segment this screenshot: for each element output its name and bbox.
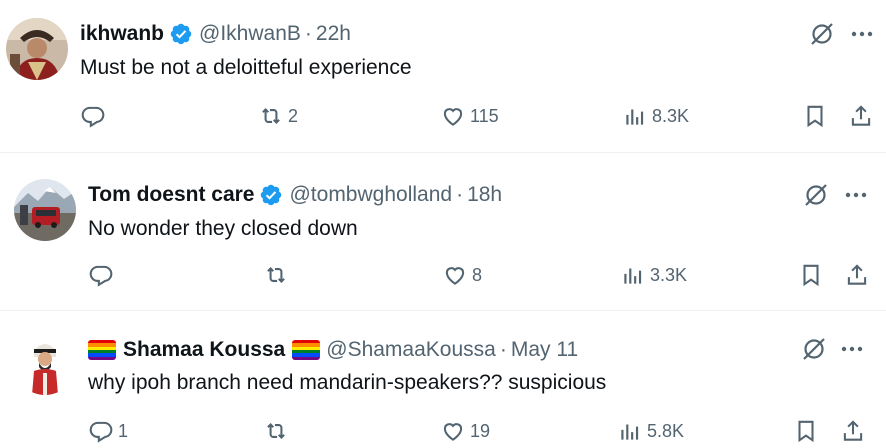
views-button[interactable]: 3.3K	[620, 261, 687, 289]
views-button[interactable]: 8.3K	[622, 102, 689, 130]
reply-feed: ikhwanb @IkhwanB · 22h Must be not a del…	[0, 0, 886, 448]
grok-icon[interactable]	[808, 20, 836, 48]
like-button[interactable]: 19	[440, 417, 490, 445]
display-name[interactable]: Shamaa Koussa	[123, 336, 285, 364]
like-icon	[443, 108, 463, 126]
timestamp[interactable]: May 11	[511, 336, 578, 364]
tweet[interactable]: Shamaa Koussa @ShamaaKoussa · May 11 why…	[0, 310, 886, 448]
bookmark-button[interactable]	[802, 102, 828, 130]
share-icon	[847, 264, 867, 285]
display-name[interactable]: Tom doesnt care	[88, 181, 254, 209]
separator: ·	[499, 338, 507, 361]
like-button[interactable]: 115	[440, 102, 499, 130]
bookmark-icon	[803, 264, 819, 287]
more-icon[interactable]	[842, 181, 870, 209]
views-icon	[621, 424, 639, 440]
share-icon	[843, 420, 863, 441]
reply-count: 1	[118, 420, 129, 441]
views-count: 8.3K	[652, 105, 690, 126]
avatar[interactable]	[14, 179, 76, 241]
reply-button[interactable]: 1	[88, 417, 128, 445]
handle[interactable]: @ShamaaKoussa	[326, 336, 496, 364]
verified-badge-icon[interactable]	[169, 22, 193, 46]
like-count: 115	[470, 105, 499, 126]
rainbow-flag-icon	[88, 340, 116, 360]
reply-icon	[89, 265, 113, 287]
share-icon	[851, 105, 871, 126]
retweet-count: 2	[288, 105, 299, 126]
verified-badge-icon[interactable]	[259, 183, 283, 207]
avatar[interactable]	[6, 18, 68, 80]
share-button[interactable]	[840, 417, 866, 445]
views-count: 3.3K	[650, 264, 688, 285]
tweet[interactable]: Tom doesnt care @tombwgholland · 18h No …	[0, 152, 886, 310]
bookmark-icon	[798, 420, 814, 443]
reply-icon	[81, 106, 105, 128]
like-button[interactable]: 8	[442, 261, 482, 289]
retweet-button[interactable]	[263, 261, 293, 289]
timestamp[interactable]: 18h	[467, 181, 502, 209]
reply-button[interactable]	[80, 102, 110, 130]
views-icon	[624, 268, 642, 284]
views-count: 5.8K	[647, 420, 685, 441]
retweet-icon	[267, 267, 285, 283]
avatar[interactable]	[14, 333, 76, 395]
tweet-text: Must be not a deloitteful experience	[80, 56, 412, 79]
tweet[interactable]: ikhwanb @IkhwanB · 22h Must be not a del…	[0, 0, 886, 152]
retweet-button[interactable]: 2	[258, 102, 298, 130]
like-count: 19	[470, 420, 491, 441]
separator: ·	[304, 22, 312, 45]
like-icon	[443, 423, 463, 441]
views-button[interactable]: 5.8K	[617, 417, 684, 445]
retweet-icon	[267, 423, 285, 439]
reply-button[interactable]	[88, 261, 118, 289]
bookmark-button[interactable]	[793, 417, 819, 445]
views-icon	[626, 109, 644, 125]
reply-icon	[89, 421, 113, 443]
retweet-button[interactable]	[263, 417, 293, 445]
tweet-text: No wonder they closed down	[88, 217, 358, 240]
display-name[interactable]: ikhwanb	[80, 20, 164, 48]
handle[interactable]: @IkhwanB	[199, 20, 301, 48]
more-icon[interactable]	[848, 20, 876, 48]
rainbow-flag-icon	[292, 340, 321, 360]
like-icon	[445, 267, 465, 285]
grok-icon[interactable]	[802, 181, 830, 209]
more-icon[interactable]	[838, 335, 866, 363]
share-button[interactable]	[844, 261, 870, 289]
tweet-header: Tom doesnt care @tombwgholland · 18h	[88, 181, 502, 209]
bookmark-icon	[807, 105, 823, 128]
tweet-header: Shamaa Koussa @ShamaaKoussa · May 11	[88, 336, 578, 364]
retweet-icon	[262, 108, 280, 124]
bookmark-button[interactable]	[798, 261, 824, 289]
handle[interactable]: @tombwgholland	[289, 181, 452, 209]
grok-icon[interactable]	[800, 335, 828, 363]
tweet-header: ikhwanb @IkhwanB · 22h	[80, 20, 351, 48]
timestamp[interactable]: 22h	[316, 20, 351, 48]
separator: ·	[456, 183, 464, 206]
share-button[interactable]	[848, 102, 874, 130]
tweet-text: why ipoh branch need mandarin-speakers??…	[88, 371, 607, 394]
like-count: 8	[472, 264, 483, 285]
